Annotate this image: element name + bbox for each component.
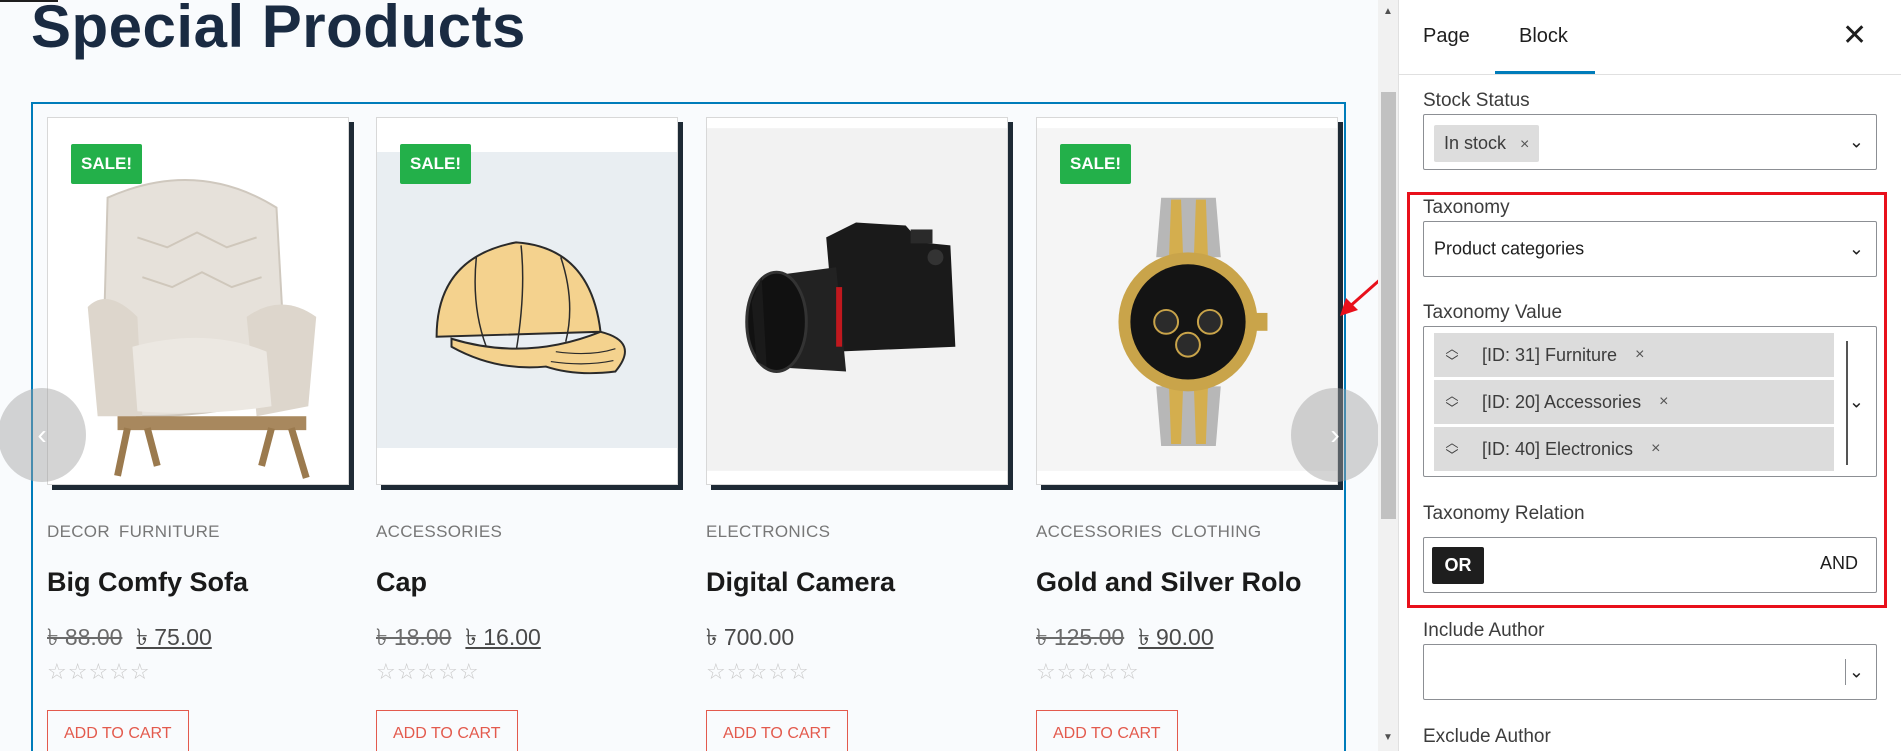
category-link[interactable]: CLOTHING [1171,522,1261,541]
add-to-cart-button[interactable]: ADD TO CART [47,710,189,751]
category-link[interactable]: ELECTRONICS [706,522,830,541]
active-tab-indicator [1495,71,1595,74]
select-divider [1845,659,1846,685]
taxonomy-value-chip: ︿ ﹀ [ID: 31] Furniture × [1434,333,1834,377]
add-to-cart-button[interactable]: ADD TO CART [1036,710,1178,751]
chip-remove-icon[interactable]: × [1651,440,1660,458]
page-title: Special Products [31,0,526,60]
chip-label: [ID: 20] Accessories [1482,391,1642,412]
chevron-down-icon[interactable]: ⌄ [1849,391,1864,412]
canvas-scrollbar[interactable]: ▲ ▼ [1378,0,1398,751]
chip-label: [ID: 31] Furniture [1482,344,1618,365]
product-price: ৳ 18.00 ৳ 16.00 [376,619,541,658]
chip-label: [ID: 40] Electronics [1482,438,1634,459]
taxonomy-relation-label: Taxonomy Relation [1423,503,1585,524]
close-icon[interactable]: ✕ [1842,18,1867,53]
category-link[interactable]: FURNITURE [119,522,220,541]
sale-badge: SALE! [400,144,471,184]
product-price: ৳ 88.00 ৳ 75.00 [47,619,212,658]
sale-badge: SALE! [71,144,142,184]
product-categories: DECOR FURNITURE [47,522,220,542]
chip-remove-icon[interactable]: × [1635,346,1644,364]
regular-price: ৳ 700.00 [706,624,795,650]
carousel-next-button[interactable]: › [1291,388,1378,482]
exclude-author-label: Exclude Author [1423,726,1551,747]
sale-price: ৳ 16.00 [465,624,541,650]
taxonomy-value-chip: ︿ ﹀ [ID: 40] Electronics × [1434,427,1834,471]
taxonomy-relation-toggle: OR AND [1423,537,1877,593]
chevron-down-icon[interactable]: ⌄ [1849,239,1864,260]
star-rating: ☆☆☆☆☆ [706,659,810,684]
reorder-handle-icon[interactable]: ︿ ﹀ [1434,389,1470,415]
include-author-label: Include Author [1423,620,1545,641]
add-to-cart-button[interactable]: ADD TO CART [376,710,518,751]
product-categories: ELECTRONICS [706,522,830,542]
product-categories: ACCESSORIES CLOTHING [1036,522,1261,542]
product-card[interactable]: SALE! DECOR FURNITURE Big Comfy Sofa ৳ 88… [47,117,349,751]
star-rating: ☆☆☆☆☆ [47,659,151,684]
taxonomy-value-chip: ︿ ﹀ [ID: 20] Accessories × [1434,380,1834,424]
old-price: ৳ 88.00 [47,624,123,650]
stock-status-label: Stock Status [1423,90,1530,111]
category-link[interactable]: ACCESSORIES [1036,522,1162,541]
select-divider [1846,341,1848,465]
camera-image [707,118,1007,484]
chip-remove-icon[interactable]: × [1659,393,1668,411]
sidebar-tabs: Page Block ✕ [1399,0,1901,75]
product-image[interactable]: SALE! [47,117,349,485]
chevron-down-icon[interactable]: ⌄ [1849,662,1864,683]
product-categories: ACCESSORIES [376,522,502,542]
carousel-prev-button[interactable]: ‹ [0,388,86,482]
taxonomy-value-select[interactable]: ︿ ﹀ [ID: 31] Furniture × ︿ ﹀ [ID: 20] Acce… [1423,326,1877,477]
old-price: ৳ 125.00 [1036,624,1125,650]
product-image[interactable] [706,117,1008,485]
stock-status-select[interactable]: In stock × ⌄ [1423,114,1877,170]
product-card[interactable]: ELECTRONICS Digital Camera ৳ 700.00 ☆☆☆☆… [706,117,1008,751]
category-link[interactable]: ACCESSORIES [376,522,502,541]
chip-label: In stock [1444,133,1507,153]
tab-block[interactable]: Block [1519,25,1568,48]
sale-price: ৳ 90.00 [1138,624,1214,650]
editor-canvas: Special Products SALE! DECOR FURNITURE Bi… [0,0,1378,751]
relation-and-option[interactable]: AND [1820,553,1858,574]
star-rating: ☆☆☆☆☆ [1036,659,1140,684]
sale-badge: SALE! [1060,144,1131,184]
scroll-up-arrow[interactable]: ▲ [1383,6,1393,17]
star-rating: ☆☆☆☆☆ [376,659,480,684]
tab-page[interactable]: Page [1423,25,1470,48]
product-image[interactable]: SALE! [376,117,678,485]
category-link[interactable]: DECOR [47,522,110,541]
include-author-select[interactable]: ⌄ [1423,644,1877,700]
settings-sidebar: Page Block ✕ Stock Status In stock × ⌄ Ta… [1398,0,1901,751]
relation-or-option[interactable]: OR [1432,547,1484,584]
add-to-cart-button[interactable]: ADD TO CART [706,710,848,751]
reorder-handle-icon[interactable]: ︿ ﹀ [1434,342,1470,368]
chip-remove-icon[interactable]: × [1520,136,1529,153]
product-card[interactable]: SALE! ACCESSORIES Cap ৳ 18.00 ৳ 16.00 ☆☆☆… [376,117,678,751]
chevron-down-icon[interactable]: ⌄ [1849,132,1864,153]
reorder-handle-icon[interactable]: ︿ ﹀ [1434,436,1470,462]
scrollbar-thumb[interactable] [1381,92,1396,519]
taxonomy-value-label: Taxonomy Value [1423,302,1563,323]
annotation-arrow [1340,279,1378,316]
product-name[interactable]: Big Comfy Sofa [47,567,248,598]
taxonomy-selected-value: Product categories [1434,238,1585,259]
sale-price: ৳ 75.00 [136,624,212,650]
product-price: ৳ 125.00 ৳ 90.00 [1036,619,1214,658]
product-price: ৳ 700.00 [706,619,794,658]
product-name[interactable]: Digital Camera [706,567,895,598]
taxonomy-label: Taxonomy [1423,197,1510,218]
scroll-down-arrow[interactable]: ▼ [1383,732,1393,743]
old-price: ৳ 18.00 [376,624,452,650]
product-name[interactable]: Gold and Silver Rolo [1036,567,1302,598]
product-name[interactable]: Cap [376,567,427,598]
stock-status-chip: In stock × [1434,125,1540,162]
taxonomy-select[interactable]: Product categories ⌄ [1423,221,1877,277]
